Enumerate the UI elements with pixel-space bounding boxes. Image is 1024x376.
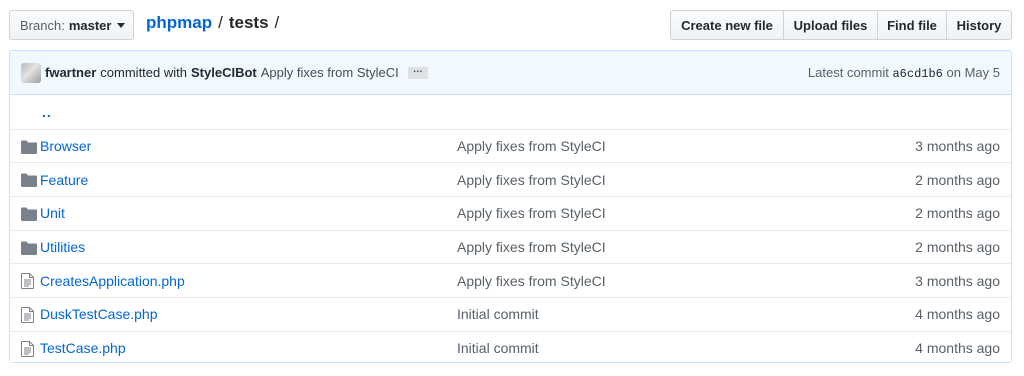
- commit-age: 2 months ago: [915, 205, 1000, 222]
- folder-row: Feature Apply fixes from StyleCI 2 months …: [10, 162, 1011, 197]
- commit-sha-link[interactable]: a6cd1b6: [892, 67, 942, 81]
- folder-row: Unit Apply fixes from StyleCI 2 months ago: [10, 196, 1011, 230]
- folder-icon: [21, 173, 37, 190]
- latest-commit-bar: fwartner committed with StyleCIBot Apply…: [10, 51, 1011, 95]
- folder-icon: [21, 241, 37, 258]
- folder-icon: [21, 207, 37, 224]
- commit-message-link[interactable]: Initial commit: [457, 306, 539, 322]
- branch-name: master: [68, 17, 112, 33]
- commit-date: on May 5: [946, 65, 1000, 80]
- expand-commit-message-button[interactable]: …: [407, 64, 428, 79]
- folder-name-link[interactable]: Browser: [40, 138, 91, 154]
- commit-message-link[interactable]: Apply fixes from StyleCI: [457, 239, 606, 255]
- committer-link[interactable]: StyleCIBot: [191, 65, 257, 80]
- folder-name-link[interactable]: Feature: [40, 172, 88, 188]
- commit-age: 4 months ago: [915, 340, 1000, 357]
- file-row: CreatesApplication.php Apply fixes from S…: [10, 263, 1011, 298]
- file-actions-group: Create new file Upload files Find file H…: [670, 10, 1012, 40]
- commit-message-link[interactable]: Initial commit: [457, 340, 539, 356]
- folder-icon: [21, 140, 37, 157]
- breadcrumb-separator: /: [218, 13, 223, 32]
- latest-commit-info: Latest commit a6cd1b6 on May 5: [808, 65, 1000, 81]
- file-icon: [21, 307, 34, 326]
- file-name-link[interactable]: DuskTestCase.php: [40, 306, 158, 322]
- file-name-link[interactable]: CreatesApplication.php: [40, 273, 185, 289]
- file-icon: [21, 340, 34, 360]
- commit-age: 4 months ago: [915, 306, 1000, 323]
- find-file-button[interactable]: Find file: [877, 10, 947, 40]
- create-new-file-button[interactable]: Create new file: [670, 10, 784, 40]
- avatar[interactable]: [21, 62, 41, 83]
- commit-message-link[interactable]: Apply fixes from StyleCI: [261, 65, 399, 80]
- file-table: fwartner committed with StyleCIBot Apply…: [9, 50, 1012, 363]
- commit-message-link[interactable]: Apply fixes from StyleCI: [457, 205, 606, 221]
- commit-author-link[interactable]: fwartner: [45, 65, 96, 80]
- branch-select-button[interactable]: Branch: master: [9, 10, 134, 40]
- folder-row: Browser Apply fixes from StyleCI 3 months …: [10, 128, 1011, 163]
- folder-row: Utilities Apply fixes from StyleCI 2 month…: [10, 229, 1011, 264]
- commit-age: 2 months ago: [915, 171, 1000, 188]
- upload-files-button[interactable]: Upload files: [783, 10, 878, 40]
- breadcrumb-repo-link[interactable]: phpmap: [146, 13, 212, 32]
- file-icon: [21, 273, 34, 292]
- file-row: TestCase.php Initial commit 4 months ago: [10, 330, 1011, 362]
- folder-name-link[interactable]: Unit: [40, 205, 65, 221]
- commit-message-link[interactable]: Apply fixes from StyleCI: [457, 138, 606, 154]
- commit-age: 3 months ago: [915, 138, 1000, 155]
- parent-directory-row: ..: [10, 95, 1011, 129]
- breadcrumb-trailing-separator: /: [274, 13, 280, 32]
- commit-message-link[interactable]: Apply fixes from StyleCI: [457, 172, 606, 188]
- committed-with-text: committed with: [100, 65, 187, 80]
- commit-age: 3 months ago: [915, 272, 1000, 289]
- parent-directory-link[interactable]: ..: [42, 104, 52, 120]
- caret-down-icon: [117, 22, 126, 28]
- file-row: DuskTestCase.php Initial commit 4 months a…: [10, 297, 1011, 331]
- commit-age: 2 months ago: [915, 239, 1000, 256]
- file-name-link[interactable]: TestCase.php: [40, 340, 126, 356]
- history-button[interactable]: History: [946, 10, 1012, 40]
- breadcrumb-current-folder: tests: [228, 13, 269, 32]
- breadcrumb: phpmap / tests /: [146, 13, 285, 33]
- latest-commit-label: Latest commit: [807, 65, 889, 80]
- commit-message-link[interactable]: Apply fixes from StyleCI: [457, 273, 606, 289]
- branch-label: Branch:: [20, 17, 65, 33]
- folder-name-link[interactable]: Utilities: [40, 239, 85, 255]
